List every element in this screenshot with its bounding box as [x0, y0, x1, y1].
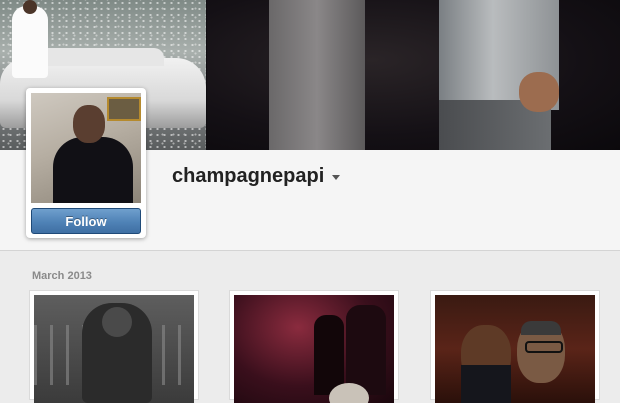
photo-thumbnail-3[interactable]	[430, 290, 600, 403]
cover-photo-right	[207, 0, 620, 150]
profile-avatar-card: Follow	[26, 88, 146, 238]
photo-thumbnail-2[interactable]	[229, 290, 399, 403]
username-dropdown[interactable]: champagnepapi	[172, 165, 341, 188]
avatar[interactable]	[31, 93, 141, 203]
follow-button[interactable]: Follow	[31, 208, 141, 234]
section-date-label: March 2013	[32, 270, 92, 282]
photo-thumbnail-1[interactable]	[29, 290, 199, 403]
chevron-down-icon[interactable]	[332, 175, 341, 180]
profile-username: champagnepapi	[172, 165, 325, 187]
